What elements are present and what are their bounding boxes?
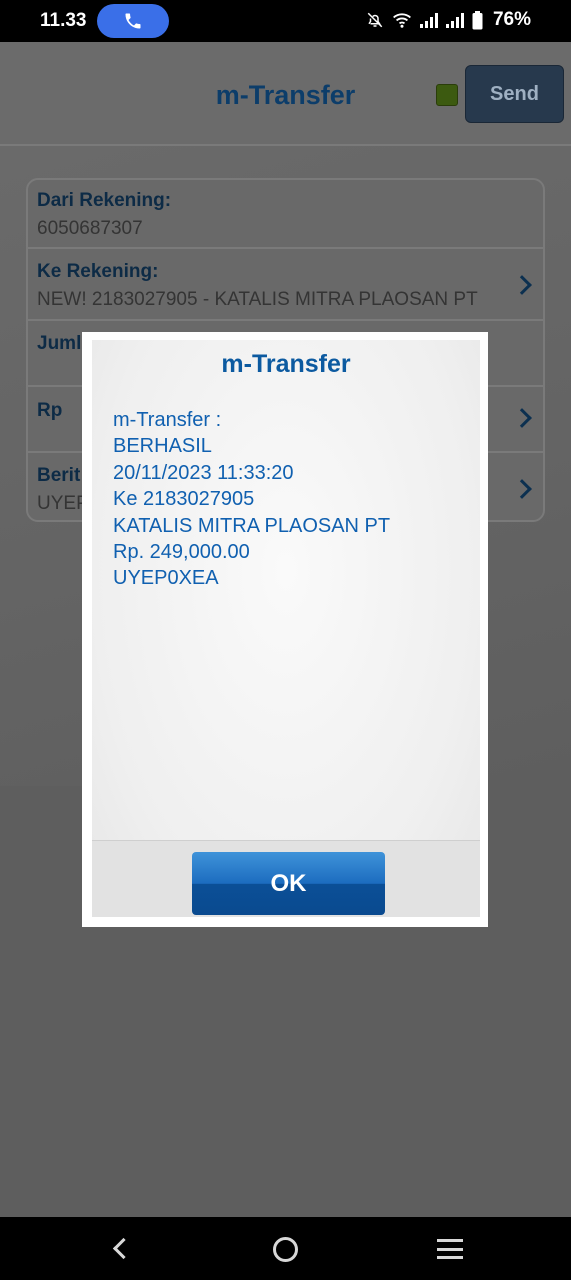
message-line: Ke 2183027905 [113,488,255,511]
wifi-icon [393,13,411,28]
signal-icon [445,12,464,28]
battery-icon [472,10,483,29]
message-line: Rp. 249,000.00 [113,541,250,564]
dialog-body: m-Transfer m-Transfer : BERHASIL 20/11/2… [92,340,480,917]
navigation-bar [0,1217,571,1280]
currency-label: Rp [37,400,63,421]
to-account-label: Ke Rekening: [37,261,159,282]
message-line: m-Transfer : [113,409,222,431]
status-bar: 11.33 76% [0,0,571,42]
result-dialog: m-Transfer m-Transfer : BERHASIL 20/11/2… [82,332,488,927]
ok-button[interactable]: OK [192,852,385,915]
send-button[interactable]: Send [465,65,564,123]
to-account-row[interactable]: Ke Rekening: NEW! 2183027905 - KATALIS M… [28,249,543,321]
battery-percent: 76% [492,9,531,30]
phone-icon [125,13,141,29]
chevron-right-icon [512,408,532,428]
ongoing-call-chip[interactable] [97,4,169,38]
dialog-title: m-Transfer [221,350,351,378]
status-time: 11.33 [40,10,87,31]
from-account-label: Dari Rekening: [37,190,172,211]
from-account-row[interactable]: Dari Rekening: 6050687307 [28,180,543,249]
chevron-right-icon [512,479,532,499]
bell-off-icon [367,12,383,28]
message-line: KATALIS MITRA PLAOSAN PT [113,514,391,537]
signal-icon [419,12,438,28]
message-line: 20/11/2023 11:33:20 [113,461,294,484]
message-line: BERHASIL [113,435,212,458]
back-icon[interactable] [112,1237,135,1260]
app-header: m-Transfer Send [0,42,571,146]
from-account-value: 6050687307 [37,218,143,239]
note-value: UYEP [37,493,89,514]
status-indicator [436,84,458,106]
dialog-footer: OK [92,840,480,917]
to-account-value: NEW! 2183027905 - KATALIS MITRA PLAOSAN … [37,289,478,310]
recent-apps-icon[interactable] [437,1239,463,1259]
amount-label: Juml [37,333,82,354]
home-icon[interactable] [273,1237,298,1262]
dialog-message: m-Transfer : BERHASIL 20/11/2023 11:33:2… [113,407,390,592]
message-line: UYEP0XEA [113,567,219,590]
note-label: Berit [37,465,81,486]
chevron-right-icon [512,275,532,295]
